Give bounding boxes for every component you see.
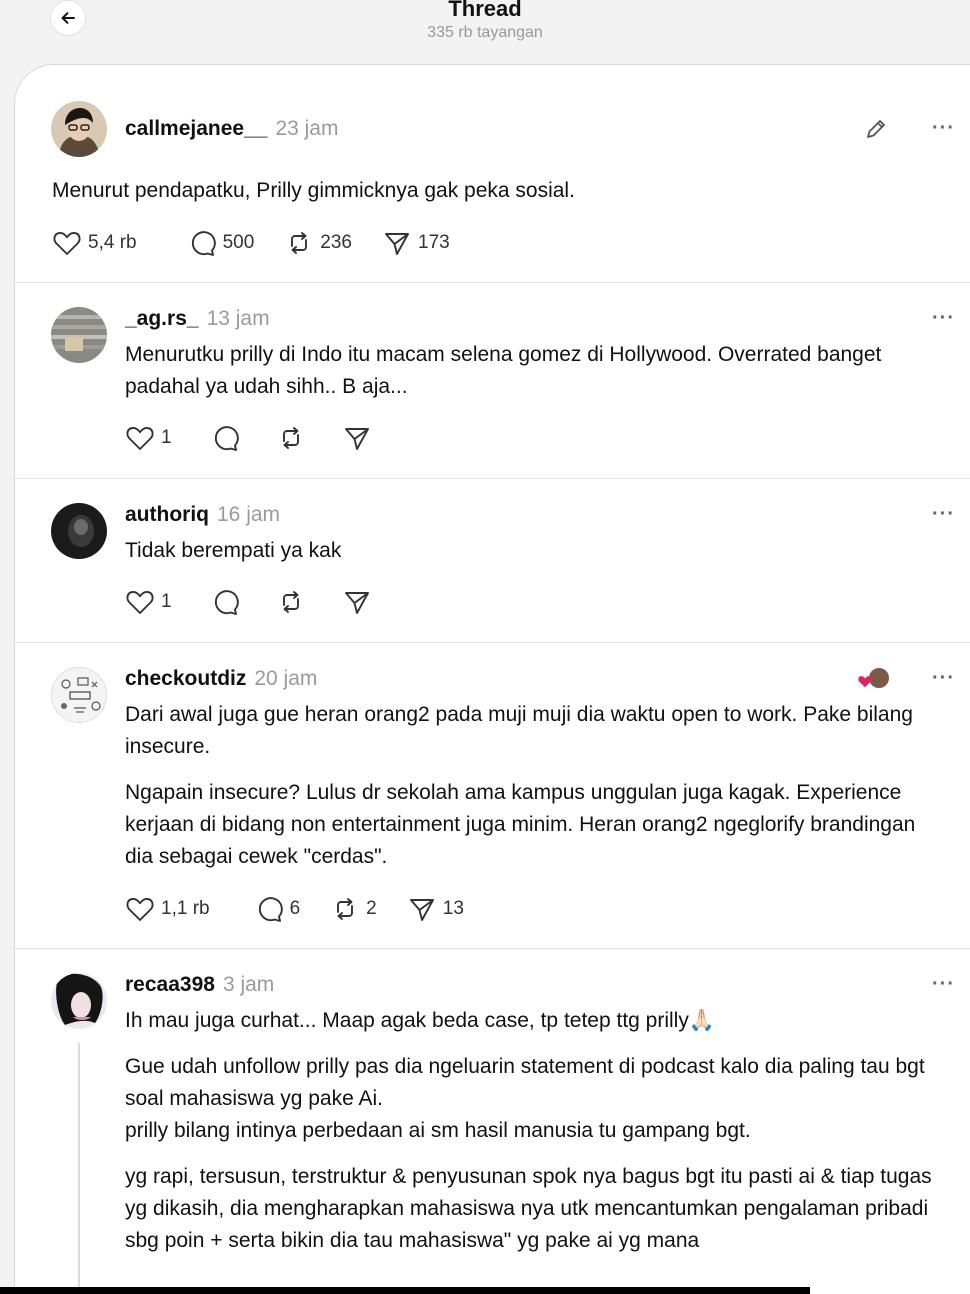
post-paragraph: Ih mau juga curhat... Maap agak beda cas… [125,1009,715,1032]
username-text[interactable]: authoriq [125,503,209,526]
share-count: 13 [442,898,464,919]
post-time: 13 jam [206,307,270,330]
more-options-button[interactable]: ··· [932,973,955,996]
like-count: 1,1 rb [161,898,210,919]
post-time: 16 jam [217,503,281,526]
pencil-icon[interactable] [863,116,889,142]
share-button[interactable]: 173 [382,229,450,257]
more-options-button[interactable]: ··· [932,117,955,140]
post-paragraph: prilly bilang intinya perbedaan ai sm ha… [125,1119,751,1142]
send-icon [385,233,409,255]
repost-button[interactable]: 236 [284,229,352,257]
comment-icon [258,897,283,922]
reply-post: checkoutdiz 20 jam ··· Dari awal juga gue… [15,643,970,949]
page-title: Thread [448,0,522,21]
thread-line [78,1043,80,1294]
post-paragraph: Ngapain insecure? Lulus dr sekolah ama k… [125,781,916,868]
like-button[interactable]: 1,1 rb [125,895,210,923]
share-button[interactable]: 13 [407,895,464,923]
post-paragraph: Menurutku prilly di Indo itu macam selen… [125,343,882,398]
avatar[interactable] [51,667,107,723]
heart-icon [126,427,154,450]
username[interactable]: checkoutdiz 20 jam [125,667,317,691]
avatar[interactable] [51,307,107,363]
more-options-button[interactable]: ··· [932,307,955,330]
username-text[interactable]: _ag.rs_ [125,307,199,330]
post-actions: 1 [125,588,408,616]
reply-button[interactable] [210,424,246,452]
post-paragraph: yg rapi, tersusun, terstruktur & penyusu… [125,1165,932,1252]
avatar[interactable] [51,503,107,559]
send-icon [344,428,369,450]
repost-button[interactable] [276,424,312,452]
reply-count: 500 [222,232,255,253]
post-paragraph: Tidak berempati ya kak [125,539,342,562]
post-actions: 1 [125,424,408,452]
main-post: callmejanee__ 23 jam ··· Menurut pendapat… [15,65,970,283]
post-text: Dari awal juga gue heran orang2 pada muj… [125,699,945,887]
more-options-button[interactable]: ··· [932,503,955,526]
post-paragraph: Dari awal juga gue heran orang2 pada muj… [125,703,913,758]
like-count: 1 [161,591,172,612]
repost-icon [337,898,354,920]
username[interactable]: _ag.rs_ 13 jam [125,307,270,331]
share-count: 173 [418,232,450,253]
like-button[interactable]: 1 [125,424,172,452]
post-time: 20 jam [254,667,318,690]
username[interactable]: recaa398 3 jam [125,973,274,997]
post-actions: 1,1 rb 6 2 13 [125,895,494,923]
heart-icon [858,676,872,688]
top-bar: Thread 335 rb tayangan [0,0,970,64]
reply-post: authoriq 16 jam ··· Tidak berempati ya ka… [15,479,970,643]
heart-icon [126,591,154,614]
reply-button[interactable]: 500 [187,229,255,257]
share-button[interactable] [342,424,378,452]
send-icon [409,899,434,921]
reply-button[interactable]: 6 [254,895,301,923]
repost-icon [282,427,299,449]
send-icon [344,592,369,614]
like-button[interactable]: 1 [125,588,172,616]
like-count: 1 [161,427,172,448]
post-text: Menurut pendapatku, Prilly gimmicknya ga… [52,179,575,202]
post-actions: 5,4 rb 500 236 173 [52,229,480,257]
repost-count: 2 [366,898,377,919]
repost-icon [291,232,308,254]
username-text[interactable]: recaa398 [125,973,215,996]
username-text[interactable]: callmejanee__ [125,117,267,140]
reply-count: 6 [289,898,301,919]
reply-post: _ag.rs_ 13 jam ··· Menurutku prilly di In… [15,283,970,479]
repost-button[interactable] [276,588,312,616]
comment-icon [191,231,216,256]
comment-icon [214,590,239,615]
heart-icon [53,232,81,255]
avatar[interactable] [51,101,107,157]
username-text[interactable]: checkoutdiz [125,667,246,690]
taskbar-strip [0,1287,810,1294]
post-text: Tidak berempati ya kak [125,535,945,581]
thread-card: callmejanee__ 23 jam ··· Menurut pendapat… [14,64,970,1294]
post-text: Menurutku prilly di Indo itu macam selen… [125,339,945,417]
avatar[interactable] [51,973,107,1029]
repost-count: 236 [320,232,352,253]
more-options-button[interactable]: ··· [932,667,955,690]
post-time: 3 jam [222,973,275,996]
username[interactable]: authoriq 16 jam [125,503,280,527]
repost-icon [282,591,299,613]
like-count: 5,4 rb [88,232,137,253]
username[interactable]: callmejanee__ 23 jam [125,117,338,141]
repost-button[interactable]: 2 [330,895,377,923]
reply-post: recaa398 3 jam ··· Ih mau juga curhat... … [15,949,970,1294]
reply-button[interactable] [210,588,246,616]
comment-icon [214,426,239,451]
post-time: 23 jam [275,117,339,140]
liked-by-author-badge [857,666,893,694]
like-button[interactable]: 5,4 rb [52,229,137,257]
post-paragraph: Gue udah unfollow prilly pas dia ngeluar… [125,1055,925,1110]
view-count: 335 rb tayangan [427,24,543,41]
post-text: Ih mau juga curhat... Maap agak beda cas… [125,1005,945,1271]
share-button[interactable] [342,588,378,616]
heart-icon [126,898,154,921]
